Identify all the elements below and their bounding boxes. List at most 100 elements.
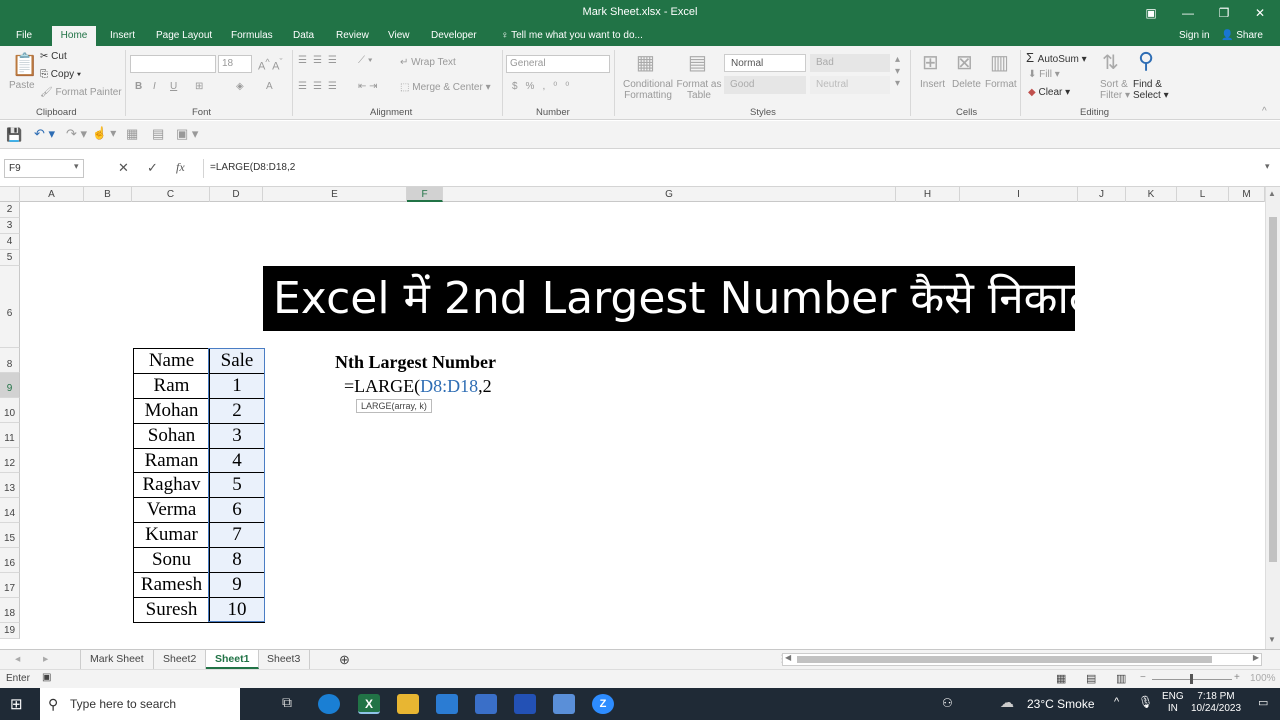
tray-chevron-icon[interactable]: ^ [1114, 696, 1119, 708]
tab-page-layout[interactable]: Page Layout [149, 26, 219, 46]
tab-view[interactable]: View [381, 26, 417, 46]
row-header[interactable]: 3 [0, 218, 20, 234]
row-header[interactable]: 17 [0, 573, 20, 598]
cut-button[interactable]: ✂ Cut [40, 51, 67, 62]
format-cells-button[interactable]: Format [985, 79, 1017, 90]
vertical-align-icons[interactable]: ☰☰☰ [298, 55, 343, 66]
row-header[interactable]: 13 [0, 473, 20, 498]
people-icon[interactable]: ⚇ [942, 696, 953, 710]
sign-in-link[interactable]: Sign in [1172, 26, 1217, 46]
style-bad[interactable]: Bad [810, 54, 890, 72]
scroll-up-icon[interactable]: ▲ [1268, 189, 1276, 198]
orientation-icon[interactable]: ⟋ ▾ [358, 55, 373, 66]
file-explorer-icon[interactable] [397, 694, 419, 714]
page-break-view-icon[interactable]: ▥ [1116, 672, 1126, 685]
styles-scroll-icon[interactable]: ▴ ▾ ▾ [895, 54, 900, 90]
sheet-nav-next-icon[interactable]: ▸ [34, 650, 57, 669]
share-button[interactable]: 👤 Share [1214, 26, 1270, 46]
notification-icon[interactable]: ▭ [1258, 696, 1268, 709]
font-size-box[interactable]: 18 [218, 55, 252, 73]
style-good[interactable]: Good [724, 76, 806, 94]
scroll-right-icon[interactable]: ▶ [1253, 653, 1259, 662]
normal-view-icon[interactable]: ▦ [1056, 672, 1066, 685]
row-header[interactable]: 14 [0, 498, 20, 523]
edge-icon[interactable] [318, 694, 340, 714]
name-cell[interactable]: Sohan [133, 422, 210, 449]
sheet-nav-prev-icon[interactable]: ◂ [6, 650, 29, 669]
tab-data[interactable]: Data [286, 26, 321, 46]
tab-developer[interactable]: Developer [424, 26, 484, 46]
active-cell-formula[interactable]: =LARGE(D8:D18,2 [344, 376, 492, 397]
clear-button[interactable]: ◆ Clear ▾ [1028, 87, 1070, 98]
store-icon[interactable] [475, 694, 497, 714]
row-header[interactable]: 8 [0, 348, 20, 373]
customize-qat-icon[interactable]: ▣ ▾ [176, 126, 198, 142]
column-header[interactable]: K [1126, 187, 1177, 202]
name-cell[interactable]: Ramesh [133, 572, 210, 598]
column-header[interactable]: J [1078, 187, 1126, 202]
undo-icon[interactable]: ↶ ▾ [34, 126, 55, 142]
row-header[interactable]: 16 [0, 548, 20, 573]
sheet-tab[interactable]: Mark Sheet [80, 650, 154, 669]
row-header[interactable]: 6 [0, 266, 20, 348]
column-header[interactable]: E [263, 187, 407, 202]
scroll-thumb[interactable] [1269, 217, 1277, 562]
column-header[interactable]: D [210, 187, 263, 202]
ribbon-display-icon[interactable]: ▣ [1133, 0, 1169, 26]
collapse-ribbon-icon[interactable]: ^ [1262, 106, 1267, 117]
font-name-box[interactable] [130, 55, 216, 73]
header-name[interactable]: Name [133, 348, 210, 374]
column-header-selected[interactable]: F [407, 187, 443, 202]
sort-filter-icon[interactable]: ⇅ [1102, 50, 1119, 75]
column-header[interactable]: A [20, 187, 84, 202]
delete-cells-icon[interactable]: ⊠ [956, 50, 973, 75]
scroll-left-icon[interactable]: ◀ [785, 653, 791, 662]
expand-formula-icon[interactable]: ▾ [1265, 161, 1270, 172]
zoom-slider-thumb[interactable] [1190, 674, 1193, 684]
increase-font-icon[interactable]: A^ Aˇ [258, 57, 283, 73]
table-icon[interactable]: ▦ [126, 126, 138, 142]
row-header[interactable]: 18 [0, 598, 20, 623]
weather-text[interactable]: 23°C Smoke [1027, 697, 1095, 711]
column-header[interactable]: M [1229, 187, 1265, 202]
title-banner[interactable]: Excel में 2nd Largest Number कैसे निकाले [263, 266, 1099, 331]
wrap-text-button[interactable]: ↵ Wrap Text [400, 57, 456, 68]
copy-button[interactable]: ⎘ Copy ▾ [40, 69, 81, 80]
format-cells-icon[interactable]: ▥ [990, 50, 1009, 75]
merge-center-button[interactable]: ⬚ Merge & Center ▾ [400, 82, 491, 93]
autosum-button[interactable]: Σ AutoSum ▾ [1026, 50, 1087, 65]
function-tooltip[interactable]: LARGE(array, k) [356, 399, 432, 413]
zoom-level[interactable]: 100% [1250, 673, 1276, 684]
select-all-corner[interactable] [0, 187, 20, 202]
horizontal-align-icons[interactable]: ☰☰☰ [298, 81, 343, 92]
number-format-icons[interactable]: $%,⁰⁰ [512, 81, 577, 92]
sheet-tab[interactable]: Sheet2 [154, 650, 207, 669]
conditional-formatting-icon[interactable]: ▦ [636, 50, 655, 75]
weather-icon[interactable]: ☁ [1000, 694, 1014, 711]
vertical-scrollbar[interactable]: ▲ ▼ [1265, 187, 1280, 649]
zoom-in-icon[interactable]: + [1234, 672, 1240, 683]
insert-cells-icon[interactable]: ⊞ [922, 50, 939, 75]
row-header[interactable]: 15 [0, 523, 20, 548]
format-as-table-button[interactable]: Format as Table [676, 79, 722, 101]
taskbar-search[interactable]: ⚲ Type here to search [40, 688, 240, 720]
restore-button[interactable]: ❐ [1206, 0, 1242, 26]
excel-icon[interactable]: X [358, 694, 380, 714]
bold-button[interactable]: B [135, 81, 142, 92]
row-header-selected[interactable]: 9 [0, 373, 20, 398]
delete-cells-button[interactable]: Delete [952, 79, 981, 90]
number-format-box[interactable]: General [506, 55, 610, 73]
close-button[interactable]: ✕ [1242, 0, 1278, 26]
touch-mode-icon[interactable]: ☝ ▾ [92, 126, 116, 140]
name-box-dropdown-icon[interactable]: ▾ [74, 161, 79, 172]
border-icon[interactable]: ⊞ [195, 81, 203, 92]
column-header[interactable]: L [1177, 187, 1229, 202]
tab-file[interactable]: File [9, 26, 39, 46]
style-normal[interactable]: Normal [724, 54, 806, 72]
column-header[interactable]: B [84, 187, 132, 202]
tab-insert[interactable]: Insert [103, 26, 142, 46]
insert-function-icon[interactable]: fx [176, 160, 185, 175]
name-cell[interactable]: Ram [133, 372, 210, 399]
name-cell[interactable]: Sonu [133, 547, 210, 574]
name-box[interactable]: F9 [4, 159, 84, 178]
